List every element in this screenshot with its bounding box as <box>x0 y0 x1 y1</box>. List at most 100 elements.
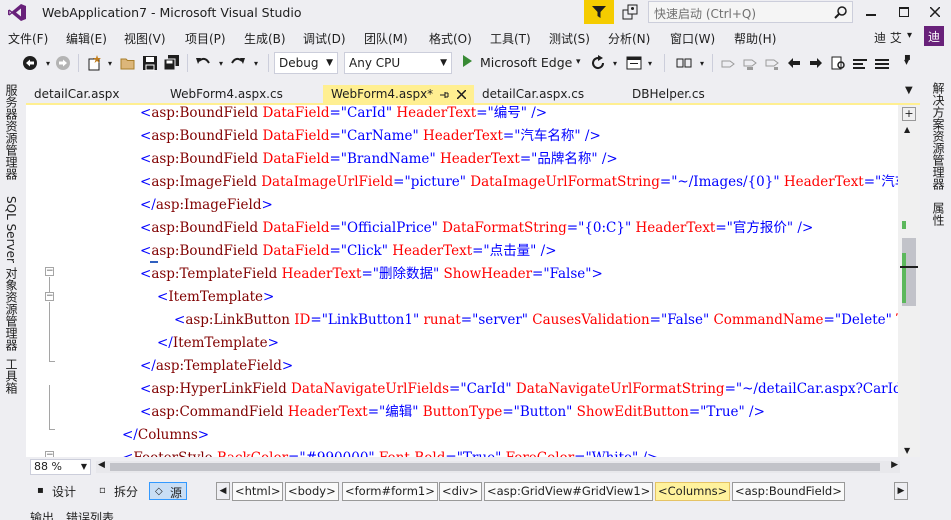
browser-link-button[interactable] <box>626 55 642 71</box>
collapse-region-icon[interactable]: − <box>45 451 54 457</box>
breadcrumb-scroll-left-icon[interactable]: ◀ <box>216 482 230 500</box>
maximize-button[interactable] <box>888 0 920 24</box>
breadcrumb-div[interactable]: <div> <box>439 482 482 501</box>
start-debugging-button[interactable]: Microsoft Edge ▾ <box>460 52 600 74</box>
menu-debug[interactable]: 调试(D) <box>303 30 346 47</box>
scroll-right-icon[interactable]: ▶ <box>891 460 898 470</box>
breadcrumb-form1[interactable]: <form#form1> <box>342 482 438 501</box>
navigate-forward-nav-button[interactable] <box>808 55 824 71</box>
menu-team[interactable]: 团队(M) <box>364 30 408 47</box>
code-line[interactable]: <asp:BoundField DataField="OfficialPrice… <box>140 218 813 238</box>
close-window-button[interactable] <box>919 0 951 24</box>
open-file-button[interactable] <box>120 55 136 71</box>
redo-button[interactable] <box>230 55 246 71</box>
collapse-region-icon[interactable]: − <box>45 267 54 276</box>
breadcrumb-columns[interactable]: <Columns> <box>655 482 731 501</box>
menu-test[interactable]: 测试(S) <box>549 30 590 47</box>
solution-configuration-select[interactable]: Debug ▼ <box>274 52 338 74</box>
navigate-backward-button[interactable] <box>786 55 802 71</box>
code-line[interactable]: <asp:HyperLinkField DataNavigateUrlField… <box>140 379 920 399</box>
browser-link-dropdown-icon[interactable]: ▾ <box>642 55 658 71</box>
run-target-dropdown-icon[interactable]: ▾ <box>576 57 581 67</box>
scroll-up-icon[interactable]: ▲ <box>904 125 910 134</box>
code-line[interactable]: <ItemTemplate> <box>157 287 274 307</box>
breadcrumb-boundfield[interactable]: <asp:BoundField> <box>732 482 845 501</box>
split-view-button[interactable]: ▫ 拆分 <box>94 482 142 500</box>
new-dropdown-icon[interactable]: ▾ <box>102 55 118 71</box>
solution-explorer-tab[interactable]: 解决方案资源管理器 <box>930 82 947 190</box>
code-line[interactable]: <FooterStyle BackColor="#990000" Font-Bo… <box>122 448 658 457</box>
navigate-forward-button[interactable] <box>55 55 71 71</box>
output-tab[interactable]: 输出 <box>30 509 54 520</box>
doc-tab-detailcar-aspx-cs[interactable]: detailCar.aspx.cs <box>474 85 624 105</box>
notifications-filter-button[interactable] <box>584 0 614 24</box>
solution-platform-select[interactable]: Any CPU ▼ <box>344 52 452 74</box>
code-line[interactable]: <asp:TemplateField HeaderText="删除数据" Sho… <box>140 264 603 284</box>
editor-vertical-scrollbar[interactable]: + ▲ ▼ <box>898 105 920 457</box>
code-editor[interactable]: − − − <asp:BoundField DataField="CarId" … <box>26 105 920 457</box>
refresh-browser-button[interactable] <box>590 55 606 71</box>
menu-view[interactable]: 视图(V) <box>124 30 166 47</box>
undo-dropdown-icon[interactable]: ▾ <box>213 55 229 71</box>
doc-tab-webform4-aspx[interactable]: WebForm4.aspx* <box>323 85 474 105</box>
breadcrumb-body[interactable]: <body> <box>285 482 339 501</box>
save-button[interactable] <box>142 55 158 71</box>
layout-toggle-button[interactable] <box>676 55 692 71</box>
menu-build[interactable]: 生成(B) <box>244 30 286 47</box>
sql-server-object-explorer-tab[interactable]: SQL Server 对象资源管理器 <box>3 196 20 351</box>
code-line[interactable]: <asp:ImageField DataImageUrlField="pictu… <box>140 172 920 192</box>
menu-tools[interactable]: 工具(T) <box>490 30 531 47</box>
code-line[interactable]: </asp:TemplateField> <box>140 356 293 376</box>
user-name[interactable]: 迪 艾 <box>874 29 902 46</box>
code-line[interactable]: </asp:ImageField> <box>140 195 273 215</box>
code-line[interactable]: </ItemTemplate> <box>157 333 279 353</box>
menu-analyze[interactable]: 分析(N) <box>608 30 650 47</box>
server-explorer-tab[interactable]: 服务器资源管理器 <box>3 84 20 180</box>
code-line[interactable]: <asp:BoundField DataField="Click" Header… <box>140 241 557 261</box>
menu-file[interactable]: 文件(F) <box>8 30 48 47</box>
feedback-button[interactable] <box>618 2 642 22</box>
menu-window[interactable]: 窗口(W) <box>670 30 715 47</box>
code-line[interactable]: <asp:LinkButton ID="LinkButton1" runat="… <box>174 310 920 330</box>
undo-button[interactable] <box>195 55 211 71</box>
design-view-button[interactable]: ▪ 设计 <box>32 482 80 500</box>
smart-tag-marker[interactable] <box>150 261 158 263</box>
code-line[interactable]: <asp:CommandField HeaderText="编辑" Button… <box>140 402 765 422</box>
toolbar-overflow-icon[interactable]: ▪ ▾ <box>904 53 920 71</box>
source-view-button[interactable]: ◇ 源 <box>149 482 188 500</box>
new-project-button[interactable] <box>86 55 102 71</box>
close-tab-icon[interactable] <box>457 90 466 99</box>
code-line[interactable]: </Columns> <box>122 425 209 445</box>
refresh-dropdown-icon[interactable]: ▾ <box>607 55 623 71</box>
back-dropdown-icon[interactable]: ▾ <box>40 55 56 71</box>
doc-tab-webform4-aspx-cs[interactable]: WebForm4.aspx.cs <box>162 85 321 105</box>
scroll-down-icon[interactable]: ▼ <box>904 446 910 455</box>
bookmark-button[interactable] <box>720 55 736 71</box>
uncomment-button[interactable] <box>874 55 890 71</box>
next-bookmark-button[interactable] <box>764 55 780 71</box>
split-window-icon[interactable]: + <box>902 107 916 121</box>
scroll-left-icon[interactable]: ◀ <box>98 460 105 470</box>
code-line[interactable]: <asp:BoundField DataField="CarName" Head… <box>140 126 601 146</box>
editor-horizontal-scrollbar[interactable]: ◀ ▶ <box>96 460 900 473</box>
doc-tab-detailcar-aspx[interactable]: detailCar.aspx <box>26 85 160 105</box>
breadcrumb-scroll-right-icon[interactable]: ▶ <box>894 482 908 500</box>
tab-overflow-dropdown-icon[interactable]: ▼ <box>905 85 913 96</box>
zoom-level-select[interactable]: 88 % ▼ <box>30 459 91 475</box>
breadcrumb-gridview1[interactable]: <asp:GridView#GridView1> <box>484 482 654 501</box>
save-all-button[interactable] <box>164 55 180 71</box>
layout-dropdown-icon[interactable]: ▾ <box>694 55 710 71</box>
previous-bookmark-button[interactable] <box>742 55 758 71</box>
menu-help[interactable]: 帮助(H) <box>734 30 776 47</box>
collapse-region-icon[interactable]: − <box>45 292 54 301</box>
find-in-files-button[interactable] <box>830 55 846 71</box>
user-chevron-down-icon[interactable]: ▾ <box>907 30 912 41</box>
minimize-button[interactable] <box>855 0 887 24</box>
navigate-back-button[interactable] <box>22 55 38 71</box>
doc-tab-dbhelper-cs[interactable]: DBHelper.cs <box>624 85 744 105</box>
properties-tab[interactable]: 属性 <box>930 202 947 226</box>
pin-icon[interactable] <box>439 90 449 100</box>
breadcrumb-html[interactable]: <html> <box>232 482 284 501</box>
code-line[interactable]: <asp:BoundField DataField="BrandName" He… <box>140 149 618 169</box>
redo-dropdown-icon[interactable]: ▾ <box>248 55 264 71</box>
